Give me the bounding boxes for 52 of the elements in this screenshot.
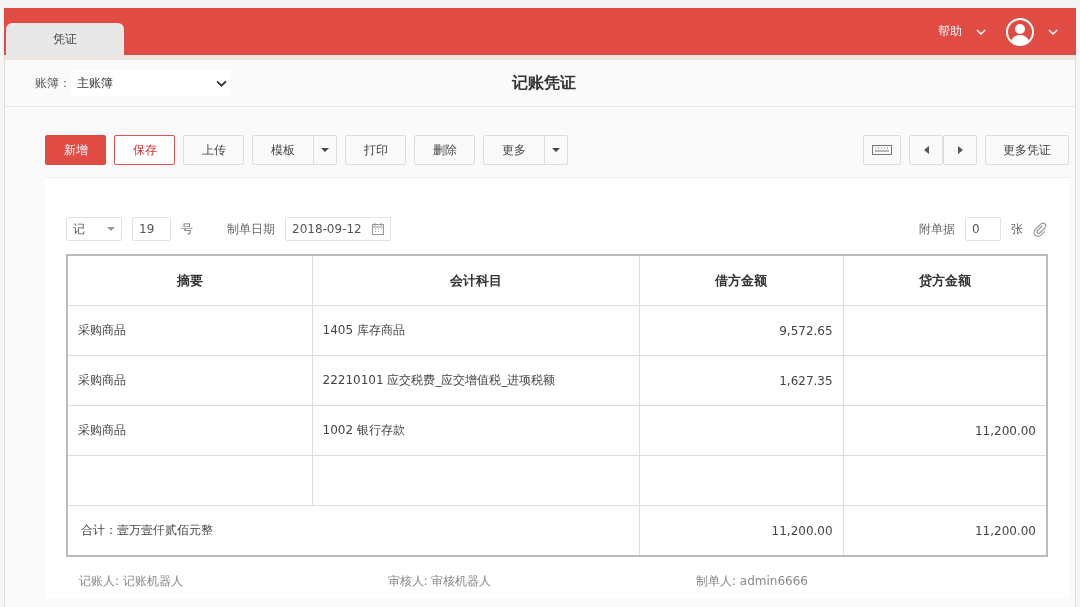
number-suffix: 号 — [181, 220, 193, 238]
date-field[interactable]: 2018-09-12 — [285, 217, 391, 241]
toolbar-button[interactable]: 打印 — [345, 135, 406, 165]
table-cell: 9,572.65 — [779, 323, 833, 338]
signer-text: 记账人: 记账机器人 — [79, 573, 183, 590]
help-menu[interactable]: 帮助 — [938, 23, 962, 40]
triangle-left-icon — [923, 146, 929, 154]
calendar-icon — [371, 223, 384, 235]
table-cell: 1,627.35 — [779, 373, 833, 388]
table-cell: 采购商品 — [78, 323, 126, 337]
chevron-down-icon — [216, 79, 227, 87]
book-select[interactable]: 主账簿 — [71, 70, 231, 96]
table-cell: 22210101 应交税费_应交增值税_进项税额 — [322, 373, 556, 387]
toolbar-button[interactable]: 新增 — [45, 135, 106, 165]
user-avatar-icon[interactable] — [1006, 17, 1034, 46]
caret-icon — [107, 227, 115, 231]
total-credit: 11,200.00 — [974, 523, 1036, 538]
attachment-unit: 张 — [1011, 220, 1023, 238]
toolbar-button[interactable]: 保存 — [114, 135, 175, 165]
attachment-label: 附单据 — [919, 220, 955, 238]
table-cell: 11,200.00 — [974, 423, 1036, 438]
voucher-type-select[interactable]: 记 — [66, 217, 122, 241]
column-header: 摘要 — [67, 255, 312, 306]
caret-icon — [552, 148, 560, 152]
table-cell: 1405 库存商品 — [322, 323, 405, 337]
column-header: 会计科目 — [312, 255, 640, 306]
triangle-right-icon — [957, 146, 963, 154]
paperclip-icon[interactable] — [1033, 221, 1048, 237]
keyboard-button[interactable] — [863, 135, 901, 165]
table-cell: 采购商品 — [78, 373, 126, 387]
total-debit: 11,200.00 — [771, 523, 833, 538]
date-label: 制单日期 — [227, 220, 275, 238]
voucher-tab[interactable]: 凭证 — [6, 23, 124, 55]
page-title: 记账凭证 — [512, 72, 576, 94]
voucher-number-field[interactable]: 19 — [132, 217, 171, 241]
signer-text: 制单人: admin6666 — [696, 573, 808, 590]
chevron-down-icon[interactable] — [1048, 28, 1058, 35]
toolbar-button[interactable]: 更多 — [483, 135, 568, 165]
attachment-count-field[interactable]: 0 — [965, 217, 1001, 241]
more-vouchers-button[interactable]: 更多凭证 — [985, 135, 1069, 165]
caret-icon — [321, 148, 329, 152]
total-in-words: 合计：壹万壹仟贰佰元整 — [81, 523, 213, 537]
table-cell: 1002 银行存款 — [322, 423, 405, 437]
keyboard-icon — [872, 145, 892, 155]
toolbar-button[interactable]: 模板 — [252, 135, 337, 165]
chevron-down-icon[interactable] — [976, 28, 986, 35]
toolbar-button[interactable]: 上传 — [183, 135, 244, 165]
table-cell: 采购商品 — [78, 423, 126, 437]
toolbar-button[interactable]: 删除 — [414, 135, 475, 165]
signer-text: 审核人: 审核机器人 — [387, 573, 492, 590]
book-label: 账簿： — [35, 74, 71, 92]
column-header: 借方金额 — [639, 255, 844, 306]
